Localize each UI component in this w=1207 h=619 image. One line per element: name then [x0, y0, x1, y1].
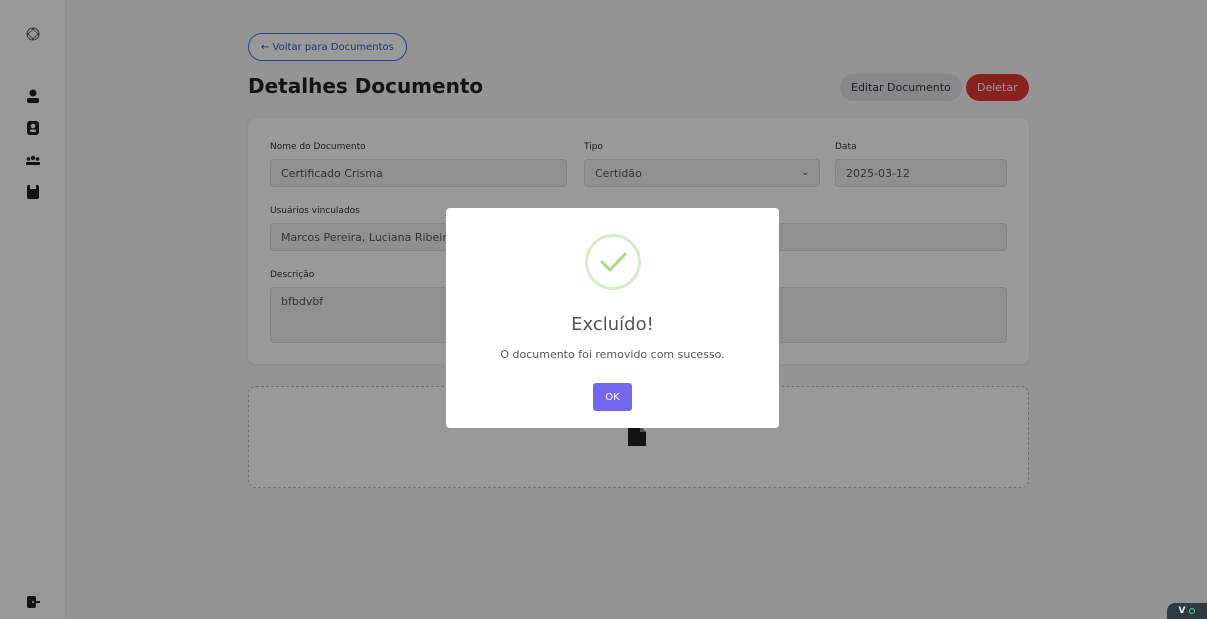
devtools-badge[interactable]: V: [1167, 603, 1207, 619]
success-modal: Excluído! O documento foi removido com s…: [446, 208, 779, 428]
modal-title: Excluído!: [571, 314, 654, 335]
modal-message: O documento foi removido com sucesso.: [500, 348, 725, 361]
status-dot-icon: [1189, 608, 1196, 614]
success-check-icon: [585, 234, 641, 290]
ok-button[interactable]: OK: [593, 383, 632, 411]
badge-label: V: [1178, 606, 1186, 616]
